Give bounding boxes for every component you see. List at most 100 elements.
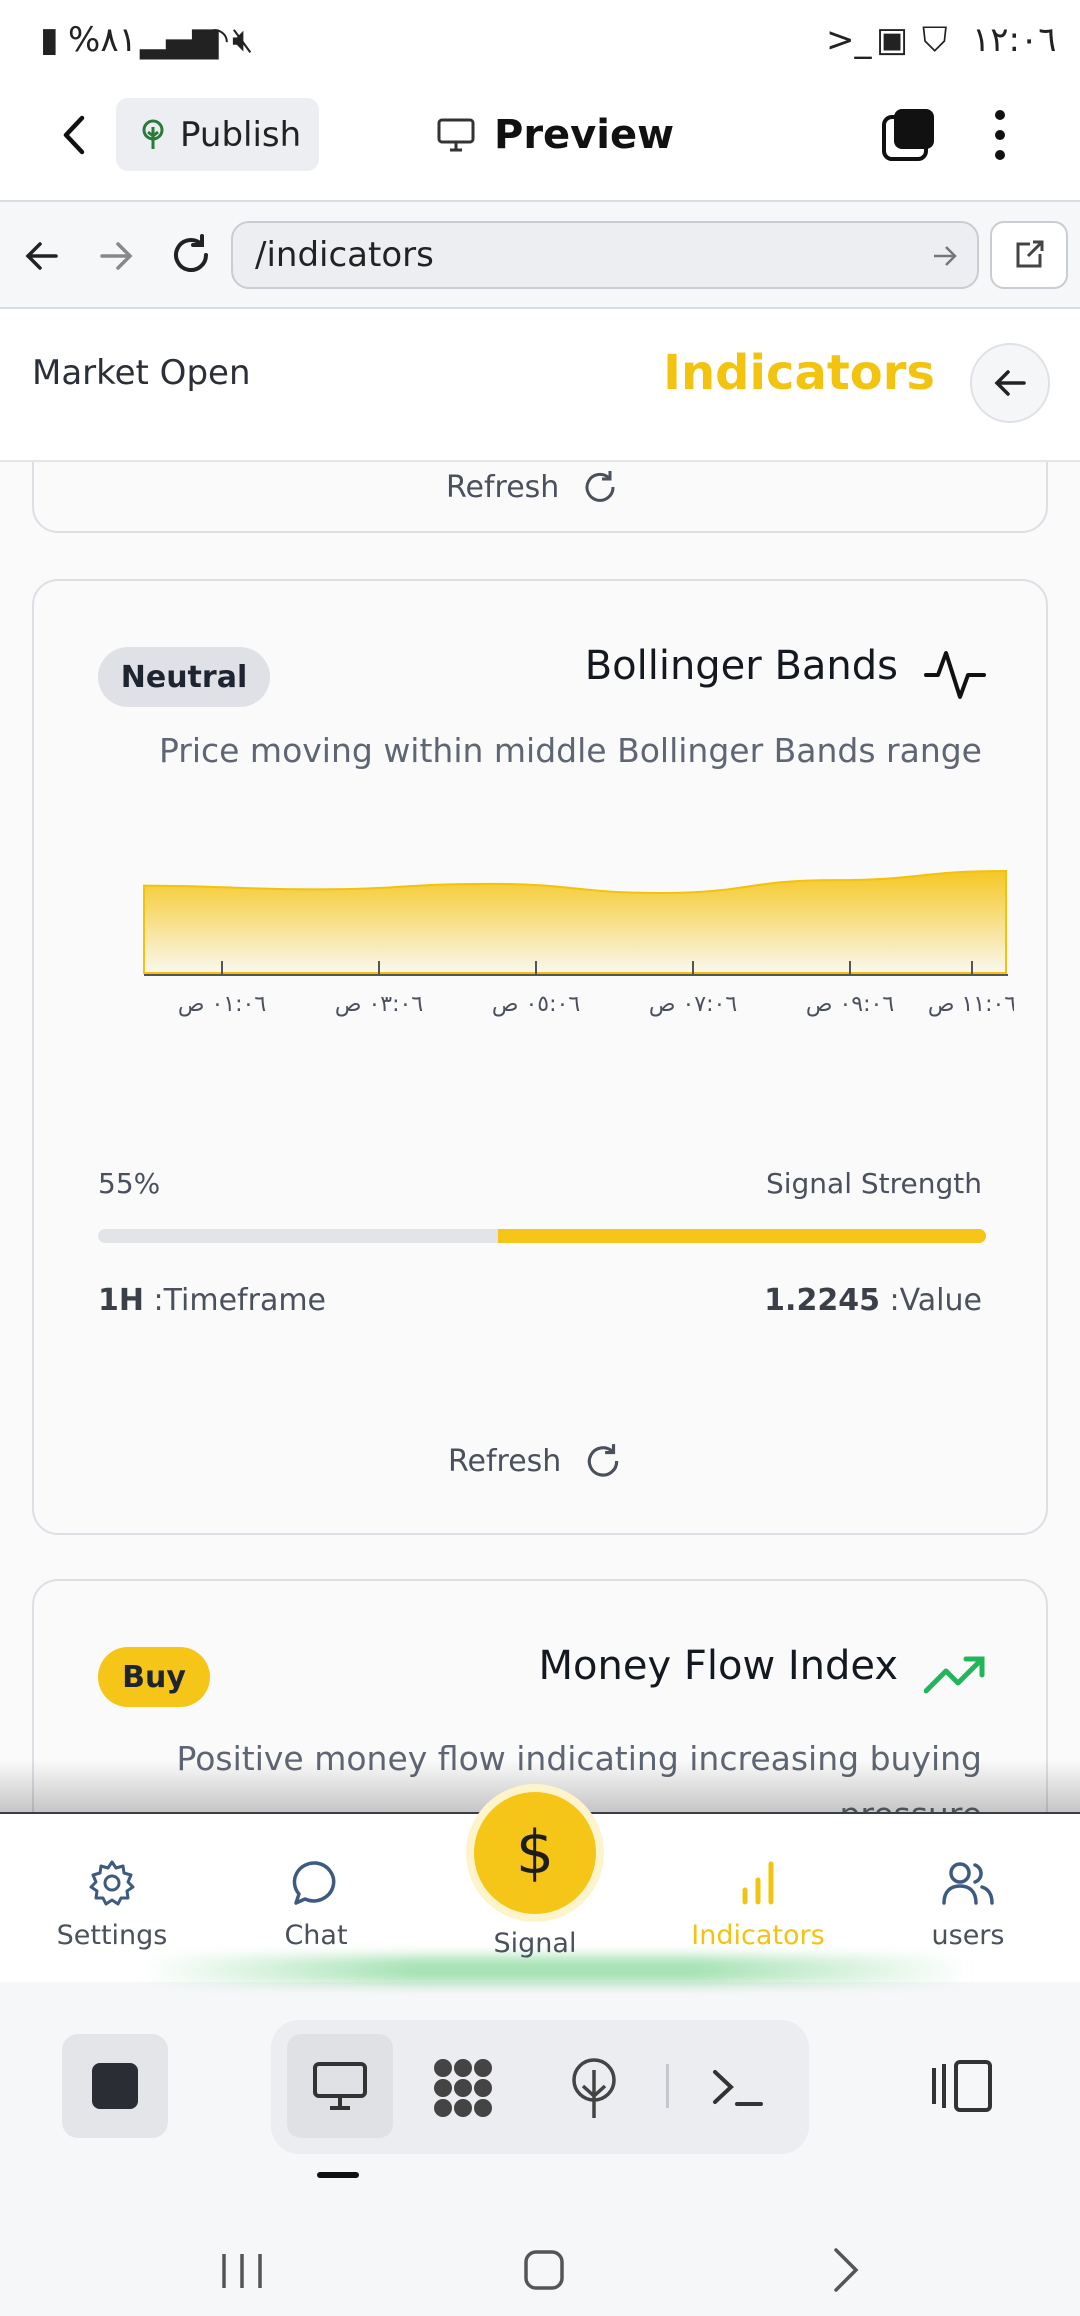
more-menu-button[interactable] <box>980 107 1020 163</box>
dollar-icon: $ <box>515 1818 555 1888</box>
value-label: :Value <box>889 1283 983 1318</box>
preview-tool-button[interactable] <box>287 2034 393 2138</box>
chat-bubble-icon <box>292 1861 336 1905</box>
publish-button[interactable]: Publish <box>116 98 319 171</box>
nav-indicators-label: Indicators <box>691 1920 825 1951</box>
nav-users[interactable]: users <box>898 1858 1038 1951</box>
header-back-button[interactable] <box>970 343 1050 423</box>
refresh-button[interactable]: Refresh <box>448 1441 623 1481</box>
url-input[interactable]: /indicators <box>231 221 979 289</box>
nav-users-label: users <box>931 1920 1005 1951</box>
system-navigation <box>0 2212 1080 2316</box>
page-content: Market Open Indicators Refresh Neutral B… <box>0 309 1080 1814</box>
card-title: Money Flow Index <box>538 1643 898 1689</box>
wifi-icon: ◠ <box>200 20 230 60</box>
card-title: Bollinger Bands <box>584 643 898 689</box>
reload-button[interactable] <box>168 232 214 278</box>
monitor-icon <box>437 118 475 152</box>
battery-percent: %٨١ <box>68 20 137 60</box>
x-tick-label: ٠٧:٠٦ ص <box>649 992 737 1017</box>
back-button[interactable] <box>50 110 100 160</box>
app-bar: Publish Preview <box>0 80 1080 202</box>
prev-refresh-label: Refresh <box>446 469 560 505</box>
bottom-navigation: Settings Chat $ Signal Indicators users <box>0 1784 1080 1984</box>
clock: ١٢:٠٦ <box>972 20 1057 60</box>
browser-toolbar: /indicators <box>0 202 1080 309</box>
signal-strength-label: Signal Strength <box>765 1167 982 1200</box>
nav-indicators[interactable]: Indicators <box>688 1858 828 1951</box>
nav-glow <box>140 1956 970 1984</box>
browser-forward-button[interactable] <box>96 236 136 276</box>
refresh-icon <box>585 471 615 502</box>
x-tick-label: ٠٩:٠٦ ص <box>806 992 894 1017</box>
page-title: Indicators <box>663 345 935 401</box>
open-external-button[interactable] <box>990 221 1068 289</box>
chart-area <box>143 869 1007 974</box>
preview-title: Preview <box>436 100 674 170</box>
external-link-icon <box>1016 240 1044 268</box>
refresh-icon <box>588 1444 619 1477</box>
nav-chat[interactable]: Chat <box>246 1858 386 1951</box>
stop-button[interactable] <box>62 2034 168 2138</box>
dock-divider <box>666 2064 669 2108</box>
arrow-right-icon <box>100 242 133 270</box>
x-tick-label: ١١:٠٦ ص <box>928 992 1014 1017</box>
tabs-icon <box>882 109 934 161</box>
bollinger-area-chart: ٠١:٠٦ ص ٠٣:٠٦ ص ٠٥:٠٦ ص ٠٧:٠٦ ص ٠٩:٠٦ ص ١١:٠٦… <box>143 869 1014 1017</box>
timeframe-value: 1H <box>98 1283 144 1318</box>
split-view-icon[interactable] <box>930 2058 996 2114</box>
nav-settings-label: Settings <box>56 1920 168 1951</box>
url-text: /indicators <box>255 235 434 275</box>
status-badge: Neutral <box>98 647 270 707</box>
shield-status-icon: ⛉ <box>922 20 948 60</box>
users-icon <box>942 1862 994 1905</box>
nav-chat-label: Chat <box>284 1920 348 1951</box>
tool-group <box>271 2020 809 2154</box>
image-status-icon: ▣ <box>876 20 909 60</box>
reload-icon <box>174 234 208 272</box>
publish-label: Publish <box>180 114 302 155</box>
browser-back-button[interactable] <box>22 236 62 276</box>
go-arrow-icon[interactable] <box>931 243 959 269</box>
nav-signal-label: Signal <box>493 1928 577 1959</box>
terminal-status-icon: >_ <box>826 20 872 60</box>
home-icon[interactable] <box>520 2246 568 2294</box>
signal-strength-bar <box>98 1229 986 1243</box>
indicator-card-bollinger: Neutral Bollinger Bands Price moving wit… <box>32 579 1048 1535</box>
deploy-tree-icon[interactable] <box>567 2056 621 2120</box>
monitor-icon <box>313 2062 367 2110</box>
preview-label: Preview <box>494 112 675 158</box>
indicator-value: 1.2245 <box>764 1283 880 1318</box>
battery-icon: ▮ <box>40 20 59 60</box>
activity-icon <box>924 651 986 699</box>
timeframe-label: :Timeframe <box>153 1283 327 1318</box>
recent-apps-icon[interactable] <box>218 2250 266 2292</box>
arrow-left-icon <box>994 370 1026 396</box>
back-nav-icon[interactable] <box>830 2246 862 2294</box>
tabs-button[interactable] <box>880 107 936 163</box>
x-tick-label: ٠١:٠٦ ص <box>178 992 266 1017</box>
mute-icon: 🔇︎ <box>232 20 254 60</box>
gear-icon <box>89 1860 135 1906</box>
stop-icon <box>92 2063 138 2109</box>
tool-dock <box>0 1982 1080 2212</box>
x-tick-label: ٠٥:٠٦ ص <box>492 992 580 1017</box>
nav-settings[interactable]: Settings <box>42 1858 182 1951</box>
signal-strength-percent: 55% <box>98 1167 161 1200</box>
arrow-left-icon <box>25 242 58 270</box>
page-header: Market Open Indicators <box>0 309 1080 462</box>
terminal-icon[interactable] <box>709 2062 765 2112</box>
trending-up-icon <box>924 1656 985 1694</box>
kebab-menu-icon <box>995 110 1005 160</box>
card-description: Price moving within middle Bollinger Ban… <box>158 731 982 770</box>
x-tick-label: ٠٣:٠٦ ص <box>335 992 423 1017</box>
nav-signal-button[interactable]: $ <box>466 1784 604 1922</box>
grid-apps-icon[interactable] <box>431 2056 495 2120</box>
market-status: Market Open <box>32 353 251 393</box>
bar-chart-icon <box>742 1861 774 1905</box>
status-bar: ▮ %٨١ ▂▄▆ ◠ 🔇︎ >_ ▣ ⛉ ١٢:٠٦ <box>0 0 1080 80</box>
prev-refresh-button[interactable]: Refresh <box>446 468 619 506</box>
chevron-left-icon <box>63 115 85 155</box>
tree-icon <box>142 119 164 149</box>
refresh-label: Refresh <box>448 1443 562 1479</box>
